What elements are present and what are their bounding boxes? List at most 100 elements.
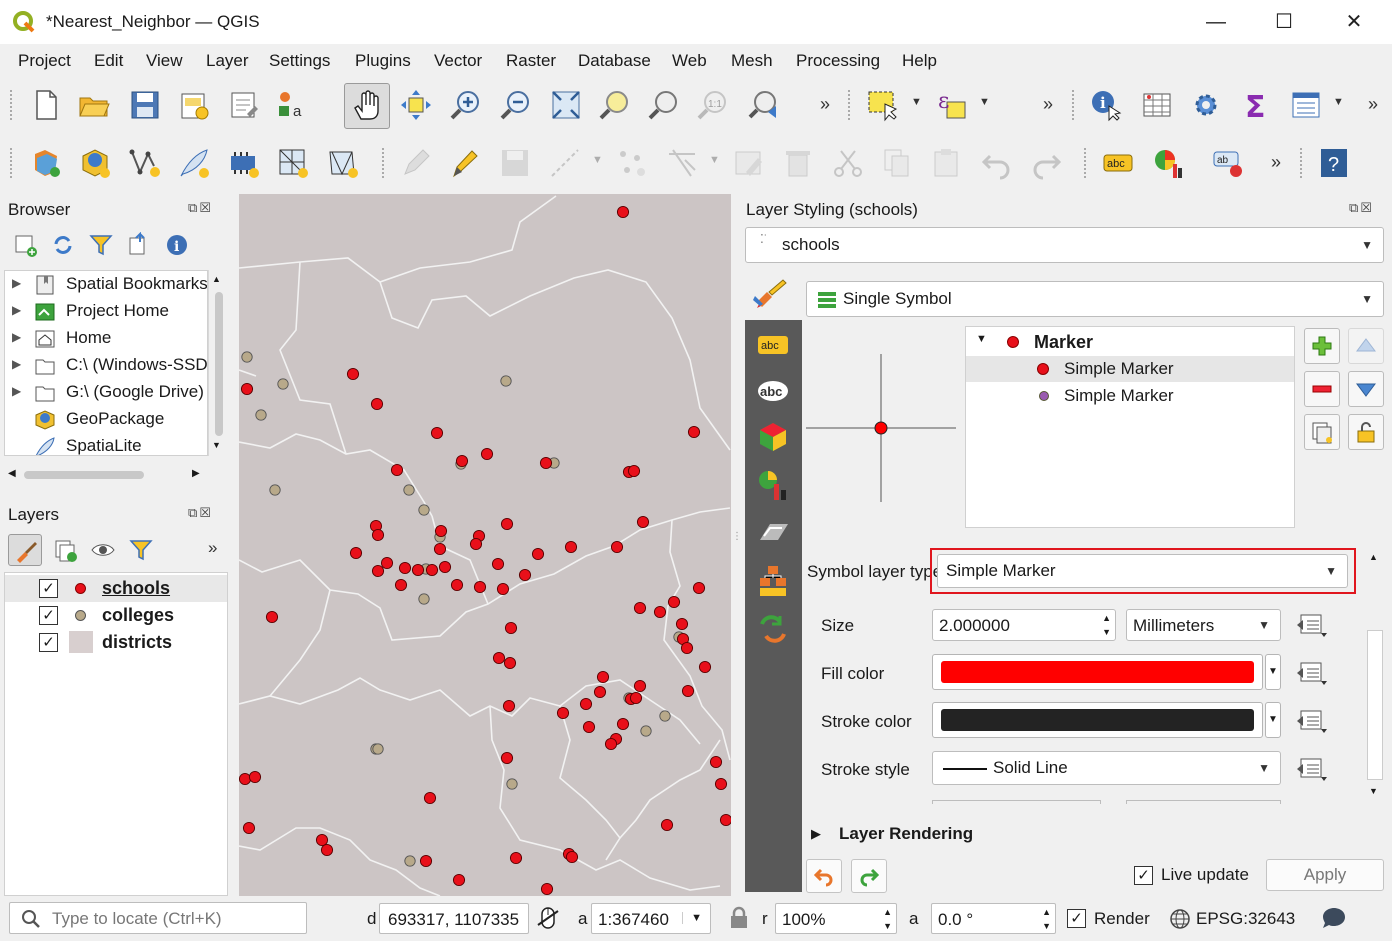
layer-item-districts[interactable]: ✓ districts — [5, 629, 227, 656]
pan-to-selection-icon[interactable] — [396, 85, 436, 125]
toolbar-overflow-icon[interactable]: » — [820, 94, 830, 115]
new-project-icon[interactable] — [26, 85, 66, 125]
scroll-right-arrow-icon[interactable]: ▶ — [192, 468, 200, 479]
filter-legend-icon[interactable] — [128, 537, 154, 563]
new-mesh-layer-icon[interactable] — [323, 143, 363, 183]
save-project-icon[interactable] — [125, 85, 165, 125]
remove-symbol-layer-button[interactable] — [1304, 371, 1340, 407]
scale-combobox[interactable]: 1:367460 ▼ — [591, 903, 711, 934]
data-defined-override-icon[interactable] — [1295, 611, 1329, 639]
toolbar-grip[interactable] — [1072, 90, 1076, 120]
open-project-icon[interactable] — [74, 85, 114, 125]
expand-arrow-icon[interactable]: ▶ — [12, 303, 21, 317]
layer-visibility-checkbox[interactable]: ✓ — [39, 606, 58, 625]
fill-color-button[interactable] — [932, 654, 1263, 690]
layer-rendering-section[interactable]: ▶ Layer Rendering — [809, 824, 1109, 848]
minimize-button[interactable]: — — [1196, 8, 1236, 36]
size-unit-combobox[interactable]: Millimeters ▼ — [1126, 609, 1281, 641]
expand-arrow-icon[interactable]: ▶ — [811, 826, 821, 842]
filter-icon[interactable] — [88, 232, 114, 258]
stroke-style-combobox[interactable]: Solid Line ▼ — [932, 751, 1281, 785]
chevron-down-icon[interactable]: ▼ — [1333, 96, 1344, 108]
select-features-icon[interactable] — [862, 85, 902, 125]
new-geopackage-layer-icon[interactable] — [75, 143, 115, 183]
new-shapefile-layer-icon[interactable] — [125, 143, 165, 183]
spin-arrows-icon[interactable]: ▲ ▼ — [883, 905, 892, 933]
zoom-to-layer-icon[interactable] — [644, 85, 684, 125]
renderer-combobox[interactable]: Single Symbol ▼ — [806, 281, 1384, 317]
menu-project[interactable]: Project — [18, 51, 71, 71]
chevron-down-icon[interactable]: ▼ — [911, 96, 922, 108]
layer-visibility-checkbox[interactable]: ✓ — [39, 579, 58, 598]
labels-tab-icon[interactable]: abc — [756, 328, 790, 362]
menu-database[interactable]: Database — [578, 51, 651, 71]
data-defined-override-icon[interactable] — [1295, 659, 1329, 687]
layer-visibility-checkbox[interactable]: ✓ — [39, 633, 58, 652]
menu-mesh[interactable]: Mesh — [731, 51, 773, 71]
live-update-checkbox[interactable]: ✓ — [1134, 866, 1153, 885]
toolbar-overflow-icon[interactable]: » — [1368, 94, 1378, 115]
add-selected-layers-icon[interactable] — [12, 232, 38, 258]
toolbox-icon[interactable] — [1186, 85, 1226, 125]
symbol-tree-simple-marker-1[interactable]: Simple Marker — [966, 356, 1294, 382]
expand-arrow-icon[interactable]: ▶ — [12, 276, 21, 290]
apply-button[interactable]: Apply — [1266, 859, 1384, 891]
layer-item-schools[interactable]: ✓ schools — [5, 575, 227, 602]
layer-item-colleges[interactable]: ✓ colleges — [5, 602, 227, 629]
symbology-paintbrush-icon[interactable] — [753, 278, 789, 312]
globe-crs-icon[interactable] — [1168, 907, 1192, 931]
new-spatialite-layer-icon[interactable] — [174, 143, 214, 183]
show-map-tips-icon[interactable] — [1286, 85, 1326, 125]
rotation-spinbox[interactable]: 0.0 ° ▲ ▼ — [931, 903, 1056, 934]
menu-view[interactable]: View — [146, 51, 183, 71]
refresh-icon[interactable] — [50, 232, 76, 258]
scroll-left-arrow-icon[interactable]: ◀ — [8, 468, 16, 479]
history-tab-icon[interactable] — [756, 612, 790, 646]
maximize-button[interactable]: ☐ — [1264, 8, 1304, 36]
crs-label[interactable]: EPSG:32643 — [1196, 909, 1295, 929]
stroke-color-dropdown[interactable]: ▼ — [1265, 702, 1281, 738]
layer-select-combobox[interactable]: ⁚˙ schools ▼ — [745, 227, 1384, 263]
browser-item-spatialite[interactable]: SpatiaLite — [5, 435, 207, 455]
identify-features-icon[interactable]: i — [1086, 85, 1126, 125]
menu-vector[interactable]: Vector — [434, 51, 482, 71]
data-defined-override-icon[interactable] — [1295, 755, 1329, 783]
symbol-tree-simple-marker-2[interactable]: Simple Marker — [966, 383, 1294, 409]
zoom-out-icon[interactable] — [496, 85, 536, 125]
expand-arrow-icon[interactable]: ▶ — [12, 330, 21, 344]
properties-scrollbar[interactable]: ▲ ▼ — [1365, 550, 1385, 804]
diagram-tool-icon[interactable] — [1148, 143, 1188, 183]
magnifier-spinbox[interactable]: 100% ▲ ▼ — [775, 903, 897, 934]
3d-view-tab-icon[interactable] — [756, 420, 790, 454]
zoom-full-icon[interactable] — [546, 85, 586, 125]
select-by-expression-icon[interactable]: ε — [932, 85, 972, 125]
browser-item-c-drive[interactable]: ▶ C:\ (Windows-SSD) — [5, 354, 207, 381]
undo-style-button[interactable] — [806, 859, 842, 893]
spin-arrows-icon[interactable]: ▲ ▼ — [1042, 905, 1051, 933]
menu-layer[interactable]: Layer — [206, 51, 249, 71]
chevron-down-icon[interactable]: ▼ — [979, 96, 990, 108]
pan-map-icon[interactable] — [344, 83, 390, 129]
label-tool-icon[interactable]: abc — [1098, 143, 1138, 183]
layout-manager-icon[interactable] — [224, 85, 264, 125]
messages-icon[interactable] — [1320, 905, 1348, 931]
expand-arrow-icon[interactable]: ▶ — [12, 384, 21, 398]
render-checkbox[interactable]: ✓ — [1067, 909, 1086, 928]
scroll-up-arrow-icon[interactable]: ▲ — [1369, 552, 1378, 562]
menu-settings[interactable]: Settings — [269, 51, 330, 71]
toolbar-grip[interactable] — [382, 148, 386, 178]
symbol-tree-marker[interactable]: ▼ Marker — [966, 329, 1294, 355]
open-layer-styling-button[interactable] — [8, 534, 42, 566]
toolbar-grip[interactable] — [10, 148, 14, 178]
collapse-arrow-icon[interactable]: ▼ — [976, 333, 987, 345]
spin-arrows-icon[interactable]: ▲ ▼ — [1102, 611, 1111, 639]
zoom-last-icon[interactable] — [745, 85, 785, 125]
toolbar-overflow-icon[interactable]: » — [208, 538, 217, 558]
map-canvas[interactable] — [239, 194, 731, 896]
move-down-button[interactable] — [1348, 371, 1384, 407]
change-label-icon[interactable]: ab — [1208, 143, 1248, 183]
symbol-layer-type-combobox[interactable]: Simple Marker ▼ — [937, 554, 1348, 588]
toggle-extents-mouse-icon[interactable] — [535, 905, 561, 931]
fill-color-dropdown[interactable]: ▼ — [1265, 654, 1281, 690]
toolbar-overflow-icon[interactable]: » — [1271, 152, 1281, 173]
